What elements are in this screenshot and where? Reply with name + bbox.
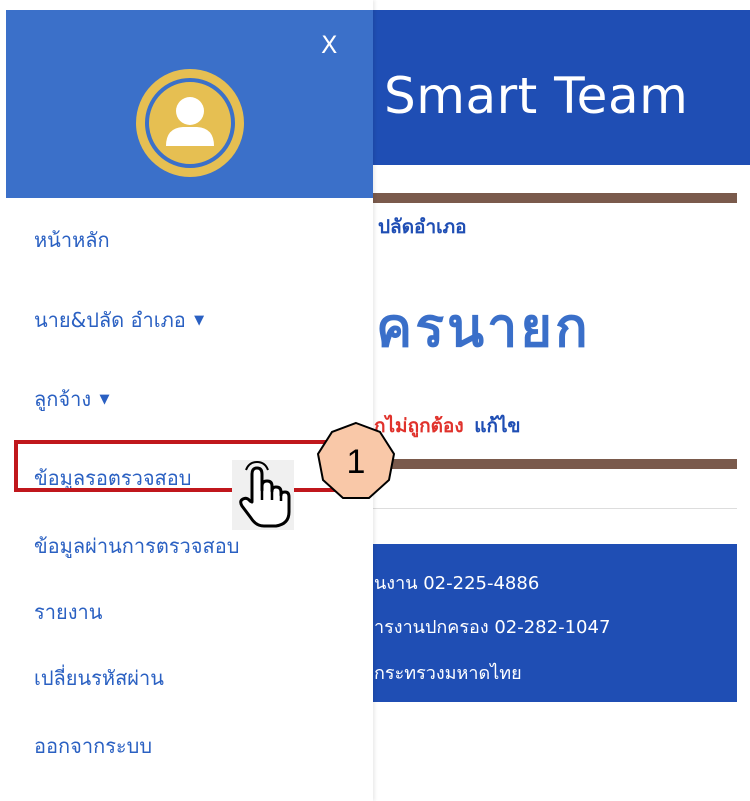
step-number: 1 <box>347 443 366 481</box>
sidebar-item-logout[interactable]: ออกจากระบบ <box>34 730 152 762</box>
sidebar-item-home[interactable]: หน้าหลัก <box>34 224 110 256</box>
divider-bar <box>372 459 737 469</box>
step-badge: 1 <box>314 420 398 502</box>
section-label: ปลัดอำเภอ <box>378 216 467 238</box>
contact-line: นงาน 02-225-4886 <box>374 573 540 594</box>
caret-down-icon: ▼ <box>194 313 205 328</box>
contact-line: ารงานปกครอง 02-282-1047 <box>374 617 611 638</box>
sidebar-drawer: X หน้าหลัก นาย&ปลัด อำเภอ ▼ ลูกจ้าง ▼ ข้… <box>0 0 373 801</box>
sidebar-item-label: เปลี่ยนรหัสผ่าน <box>34 666 164 690</box>
close-sidebar-button[interactable]: X <box>321 32 337 58</box>
brand-title: Smart Team <box>384 67 689 125</box>
province-title: ครนายก <box>376 296 591 359</box>
divider-line <box>372 508 737 509</box>
edit-link[interactable]: แก้ไข <box>474 415 520 437</box>
sidebar-item-reports[interactable]: รายงาน <box>34 596 102 628</box>
sidebar-item-district-officers[interactable]: นาย&ปลัด อำเภอ ▼ <box>34 304 204 336</box>
pointer-hand-icon <box>232 460 294 530</box>
sidebar-item-label: ลูกจ้าง <box>34 387 92 411</box>
sidebar-item-label: ข้อมูลผ่านการตรวจสอบ <box>34 534 240 558</box>
sidebar-item-label: รายงาน <box>34 600 103 624</box>
sidebar-item-label: นาย&ปลัด อำเภอ <box>34 308 186 332</box>
user-avatar-icon <box>145 78 235 168</box>
caret-down-icon: ▼ <box>99 392 110 407</box>
avatar <box>136 69 244 177</box>
contact-line: กระทรวงมหาดไทย <box>374 663 522 684</box>
divider-bar <box>372 193 737 203</box>
sidebar-item-label: หน้าหลัก <box>34 228 110 252</box>
sidebar-item-label: ออกจากระบบ <box>34 734 153 758</box>
sidebar-item-employees[interactable]: ลูกจ้าง ▼ <box>34 383 109 415</box>
sidebar-item-reviewed[interactable]: ข้อมูลผ่านการตรวจสอบ <box>34 530 239 562</box>
sidebar-item-change-password[interactable]: เปลี่ยนรหัสผ่าน <box>34 662 164 694</box>
